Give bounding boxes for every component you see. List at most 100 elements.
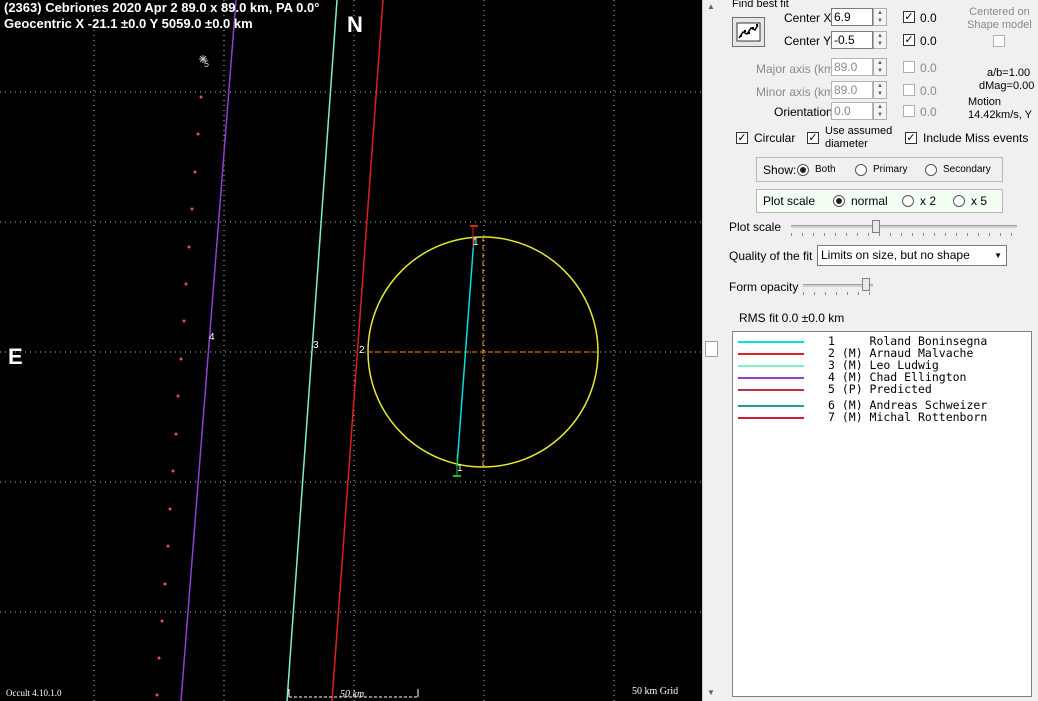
- motion-label: Motion: [968, 96, 1002, 108]
- form-opacity-slider-thumb[interactable]: [862, 278, 870, 291]
- major-axis-uncertainty: 0.0: [920, 61, 937, 75]
- observer-color-line: [738, 417, 804, 419]
- include-miss-label: Include Miss events: [923, 131, 1029, 145]
- scale-label: 50 km: [340, 689, 365, 700]
- quality-label: Quality of the fit: [729, 249, 813, 263]
- plot-scale-group-label: Plot scale: [763, 194, 816, 208]
- center-y-checkbox[interactable]: ✓: [903, 34, 915, 46]
- observer-color-line: [738, 353, 804, 355]
- orientation-input[interactable]: 0.0: [831, 102, 873, 120]
- plot-scale-ticks: [791, 233, 1017, 236]
- scale-x2-label: x 2: [920, 194, 937, 208]
- plot-title: (2363) Cebriones 2020 Apr 2 89.0 x 89.0 …: [4, 0, 320, 15]
- ab-ratio: a/b=1.00: [987, 67, 1031, 79]
- center-x-checkbox[interactable]: ✓: [903, 11, 915, 23]
- quality-select[interactable]: Limits on size, but no shape ▼: [817, 245, 1007, 266]
- scroll-up-icon[interactable]: ▲: [707, 2, 715, 11]
- center-x-uncertainty: 0.0: [920, 11, 937, 25]
- show-group: Show: Both Primary Secondary: [756, 157, 1003, 182]
- plot-canvas: [0, 0, 702, 701]
- occultation-plot[interactable]: (2363) Cebriones 2020 Apr 2 89.0 x 89.0 …: [0, 0, 702, 701]
- list-item[interactable]: 5 (P) Predicted: [733, 382, 1031, 397]
- plot-scale-slider[interactable]: [791, 225, 1017, 228]
- orientation-spinner[interactable]: ▲ ▼: [873, 102, 887, 120]
- center-x-label: Center X: [784, 11, 832, 25]
- observer-color-line: [738, 405, 804, 407]
- form-opacity-ticks: [803, 292, 873, 295]
- scale-normal-label: normal: [851, 194, 888, 208]
- dmag-value: dMag=0.00: [979, 80, 1035, 92]
- show-primary-label: Primary: [873, 164, 908, 175]
- version-label: Occult 4.10.1.0: [6, 688, 62, 698]
- show-primary-radio[interactable]: [855, 164, 867, 176]
- observer-color-line: [738, 365, 804, 367]
- include-miss-checkbox[interactable]: ✓: [905, 132, 917, 144]
- scale-normal-radio[interactable]: [833, 195, 845, 207]
- chevron-down-icon: ▼: [994, 251, 1002, 260]
- vertical-scrollbar[interactable]: ▲ ▼: [702, 0, 720, 701]
- observer-text: 7 (M) Michal Rottenborn: [828, 410, 988, 424]
- scroll-thumb[interactable]: [705, 341, 718, 357]
- find-best-fit-button[interactable]: [732, 17, 765, 47]
- center-y-input[interactable]: -0.5: [831, 31, 873, 49]
- major-axis-input[interactable]: 89.0: [831, 58, 873, 76]
- use-assumed-checkbox[interactable]: ✓: [807, 132, 819, 144]
- chord-label-5: 5: [204, 59, 210, 69]
- major-axis-spinner[interactable]: ▲ ▼: [873, 58, 887, 76]
- show-label: Show:: [763, 163, 797, 177]
- quality-select-value: Limits on size, but no shape: [821, 248, 970, 262]
- observer-color-line: [738, 389, 804, 391]
- plot-scale-slider-label: Plot scale: [729, 220, 782, 234]
- center-x-spinner[interactable]: ▲ ▼: [873, 8, 887, 26]
- find-best-fit-label: Find best fit: [732, 0, 789, 10]
- center-y-spinner[interactable]: ▲ ▼: [873, 31, 887, 49]
- plot-scale-slider-thumb[interactable]: [872, 220, 880, 233]
- major-axis-checkbox[interactable]: [903, 61, 915, 73]
- show-secondary-radio[interactable]: [925, 164, 937, 176]
- scroll-down-icon[interactable]: ▼: [707, 688, 715, 697]
- plot-scale-group: Plot scale normal x 2 x 5: [756, 189, 1003, 213]
- circular-checkbox[interactable]: ✓: [736, 132, 748, 144]
- scale-x5-radio[interactable]: [953, 195, 965, 207]
- scale-x5-label: x 5: [971, 194, 988, 208]
- minor-axis-label: Minor axis (km): [756, 85, 839, 99]
- chord-label-3: 3: [313, 340, 319, 351]
- east-label: E: [8, 344, 23, 369]
- center-y-uncertainty: 0.0: [920, 34, 937, 48]
- orientation-uncertainty: 0.0: [920, 105, 937, 119]
- rms-fit-label: RMS fit 0.0 ±0.0 km: [739, 311, 845, 325]
- scale-x2-radio[interactable]: [902, 195, 914, 207]
- major-axis-label: Major axis (km): [756, 62, 839, 76]
- minor-axis-checkbox[interactable]: [903, 84, 915, 96]
- list-item[interactable]: 7 (M) Michal Rottenborn: [733, 410, 1031, 425]
- observer-color-line: [738, 377, 804, 379]
- minor-axis-spinner[interactable]: ▲ ▼: [873, 81, 887, 99]
- orientation-checkbox[interactable]: [903, 105, 915, 117]
- form-opacity-label: Form opacity: [729, 280, 799, 294]
- chord-label-1-top: 1: [473, 237, 479, 248]
- chord-2-line: [331, 0, 384, 701]
- orientation-label: Orientation: [774, 105, 833, 119]
- grid-lines: [0, 0, 702, 701]
- chord-label-1-bottom: 1: [457, 463, 463, 474]
- centered-on-shape-label: Centered on Shape model: [967, 6, 1032, 31]
- motion-value: 14.42km/s, Y: [968, 109, 1032, 121]
- observer-list[interactable]: 1 Roland Boninsegna 2 (M) Arnaud Malvach…: [732, 331, 1032, 697]
- observer-text: 5 (P) Predicted: [828, 382, 932, 396]
- centered-on-shape-checkbox[interactable]: [993, 35, 1005, 47]
- chart-fit-icon: [736, 22, 761, 42]
- chord-label-4: 4: [209, 332, 215, 343]
- plot-subtitle: Geocentric X -21.1 ±0.0 Y 5059.0 ±0.0 km: [4, 16, 253, 31]
- show-both-radio[interactable]: [797, 164, 809, 176]
- chord-label-2: 2: [359, 345, 365, 356]
- use-assumed-label: Use assumed diameter: [825, 125, 893, 150]
- north-label: N: [347, 12, 363, 37]
- show-secondary-label: Secondary: [943, 164, 991, 175]
- minor-axis-input[interactable]: 89.0: [831, 81, 873, 99]
- minor-axis-uncertainty: 0.0: [920, 84, 937, 98]
- observer-color-line: [738, 341, 804, 343]
- grid-label: 50 km Grid: [632, 686, 679, 697]
- center-y-label: Center Y: [784, 34, 832, 48]
- center-x-input[interactable]: 6.9: [831, 8, 873, 26]
- predicted-path-dots: [155, 95, 203, 697]
